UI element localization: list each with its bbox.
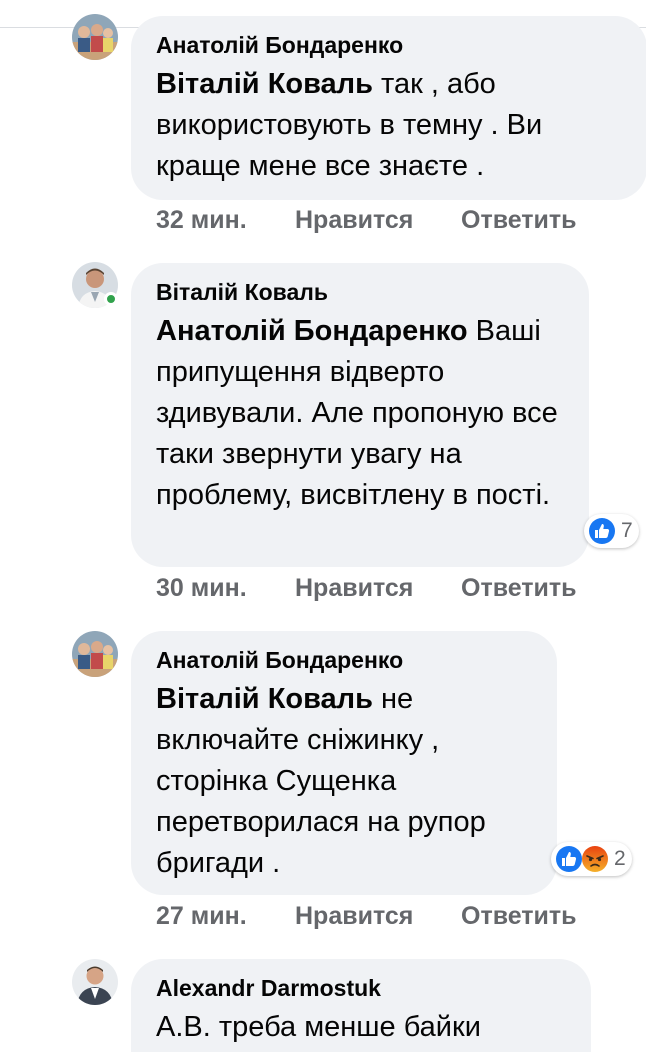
reply-button[interactable]: Ответить: [461, 574, 577, 603]
timestamp[interactable]: 32 мин.: [156, 206, 247, 235]
comment-text: А.В. треба менше байки: [156, 1011, 481, 1043]
comment-author[interactable]: Анатолій Бондаренко: [156, 645, 532, 675]
comment-author[interactable]: Анатолій Бондаренко: [156, 30, 622, 60]
reaction-count: 2: [614, 847, 626, 870]
mention-link[interactable]: Анатолій Бондаренко: [156, 315, 468, 347]
man-suit-avatar[interactable]: [72, 959, 118, 1005]
mention-link[interactable]: Віталій Коваль: [156, 683, 373, 715]
reply-button[interactable]: Ответить: [461, 206, 577, 235]
group-photo-avatar[interactable]: [72, 631, 118, 677]
reaction-summary[interactable]: 2: [551, 842, 632, 876]
like-icon: [589, 518, 615, 544]
comment-bubble: Анатолій Бондаренко Віталій Коваль не вк…: [131, 631, 557, 895]
reaction-count: 7: [621, 519, 633, 542]
reply-button[interactable]: Ответить: [461, 902, 577, 931]
timestamp[interactable]: 30 мин.: [156, 574, 247, 603]
mention-link[interactable]: Віталій Коваль: [156, 68, 373, 100]
comment-bubble: Віталій Коваль Анатолій Бондаренко Ваші …: [131, 263, 589, 567]
comment-author[interactable]: Віталій Коваль: [156, 277, 564, 307]
online-status-indicator: [104, 292, 118, 306]
comment-text: Віталій Коваль так , або використовують …: [156, 64, 622, 187]
comment-text: Анатолій Бондаренко Ваші припущення відв…: [156, 311, 564, 516]
timestamp[interactable]: 27 мин.: [156, 902, 247, 931]
comment-text: Віталій Коваль не включайте сніжинку , с…: [156, 679, 532, 884]
comment-author[interactable]: Alexandr Darmostuk: [156, 973, 566, 1003]
comments-thread: Анатолій Бондаренко Віталій Коваль так ,…: [0, 0, 646, 1052]
comment-bubble: Анатолій Бондаренко Віталій Коваль так ,…: [131, 16, 646, 200]
comment-bubble: Alexandr Darmostuk А.В. треба менше байк…: [131, 959, 591, 1052]
angry-icon: [582, 846, 608, 872]
reaction-summary[interactable]: 7: [584, 514, 639, 548]
like-button[interactable]: Нравится: [295, 574, 413, 603]
group-photo-avatar[interactable]: [72, 14, 118, 60]
like-button[interactable]: Нравится: [295, 206, 413, 235]
like-button[interactable]: Нравится: [295, 902, 413, 931]
